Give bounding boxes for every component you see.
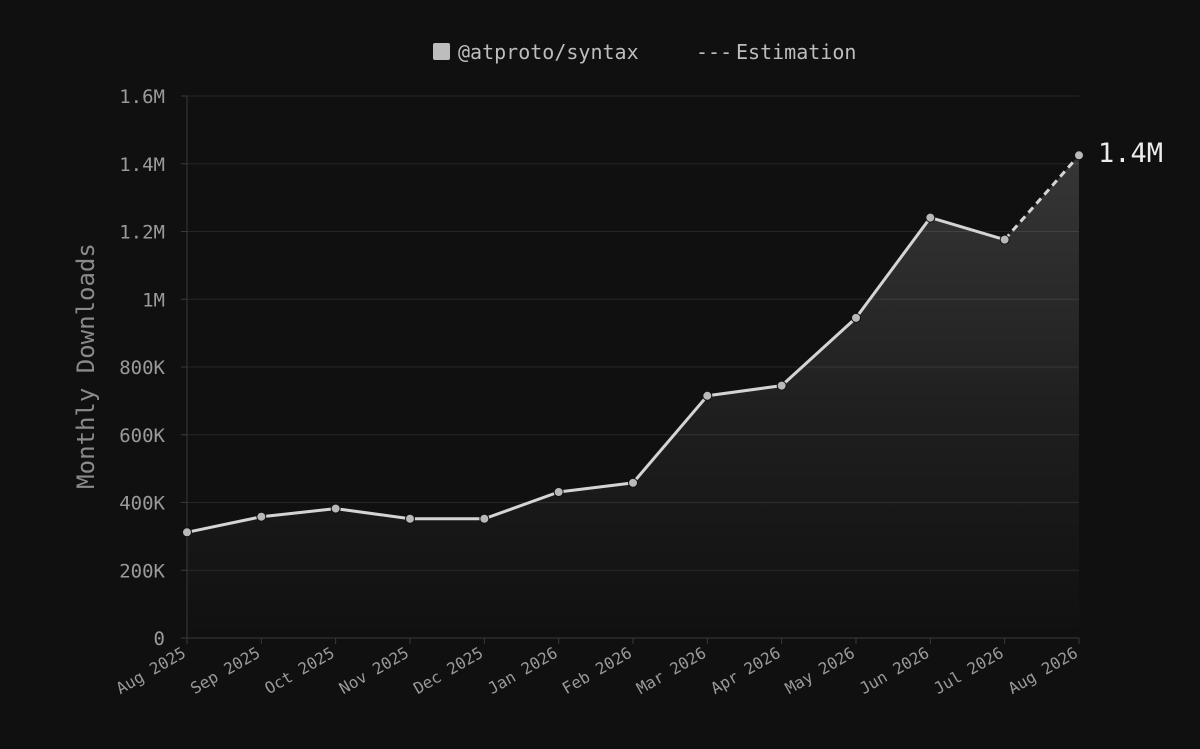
y-tick-label: 200K bbox=[119, 560, 165, 582]
data-point bbox=[330, 503, 341, 514]
x-tick-label: Aug 2025 bbox=[113, 643, 189, 698]
x-tick-label: Mar 2026 bbox=[633, 643, 709, 698]
line-chart: @atproto/syntax --- Estimation Monthly D… bbox=[72, 40, 1163, 698]
data-point bbox=[182, 527, 192, 538]
data-point bbox=[1074, 150, 1084, 161]
y-tick-label: 400K bbox=[119, 493, 165, 515]
x-tick-label: Aug 2026 bbox=[1005, 643, 1081, 698]
data-point bbox=[776, 380, 787, 391]
data-point bbox=[405, 513, 415, 524]
chart-container: @atproto/syntax --- Estimation Monthly D… bbox=[0, 0, 1200, 749]
y-tick-label: 1.2M bbox=[119, 222, 165, 244]
y-tick-labels: 0 200K 400K 600K 800K 1M 1.2M 1.4M 1.6M bbox=[119, 86, 165, 650]
x-tick-label: Apr 2026 bbox=[707, 643, 783, 698]
data-point bbox=[628, 477, 638, 488]
data-point bbox=[702, 390, 713, 401]
x-tick-label: Jan 2026 bbox=[484, 643, 560, 698]
x-tick-label: Dec 2025 bbox=[410, 643, 486, 698]
data-point bbox=[553, 486, 564, 497]
end-value-label: 1.4M bbox=[1098, 138, 1163, 169]
data-point bbox=[999, 234, 1010, 245]
y-tick-label: 1.4M bbox=[119, 154, 165, 176]
y-tick-label: 600K bbox=[119, 425, 165, 447]
legend: @atproto/syntax --- Estimation bbox=[433, 40, 856, 64]
x-tick-label: Feb 2026 bbox=[559, 643, 635, 698]
legend-estimation-glyph: --- bbox=[696, 40, 732, 64]
x-tick-label: Sep 2025 bbox=[187, 643, 263, 698]
legend-series-label: @atproto/syntax bbox=[458, 40, 639, 64]
area-fill bbox=[187, 155, 1079, 638]
legend-estimation-label: Estimation bbox=[736, 40, 856, 64]
data-point bbox=[256, 511, 267, 522]
data-point bbox=[925, 212, 936, 223]
area-path bbox=[187, 155, 1079, 638]
y-tick-label: 0 bbox=[154, 628, 165, 650]
y-tick-label: 1.6M bbox=[119, 86, 165, 108]
y-axis-title: Monthly Downloads bbox=[72, 243, 100, 489]
x-tick-label: May 2026 bbox=[782, 643, 858, 698]
x-tick-label: Jun 2026 bbox=[856, 643, 932, 698]
x-tick-label: Jul 2026 bbox=[930, 643, 1006, 698]
y-tick-label: 1M bbox=[142, 289, 165, 311]
x-tick-label: Oct 2025 bbox=[261, 643, 337, 698]
data-point bbox=[479, 513, 490, 524]
x-tick-label: Nov 2025 bbox=[336, 643, 412, 698]
x-tick-labels: Aug 2025Sep 2025Oct 2025Nov 2025Dec 2025… bbox=[113, 643, 1081, 698]
legend-swatch bbox=[433, 43, 450, 60]
data-point bbox=[851, 312, 861, 323]
y-tick-label: 800K bbox=[119, 357, 165, 379]
